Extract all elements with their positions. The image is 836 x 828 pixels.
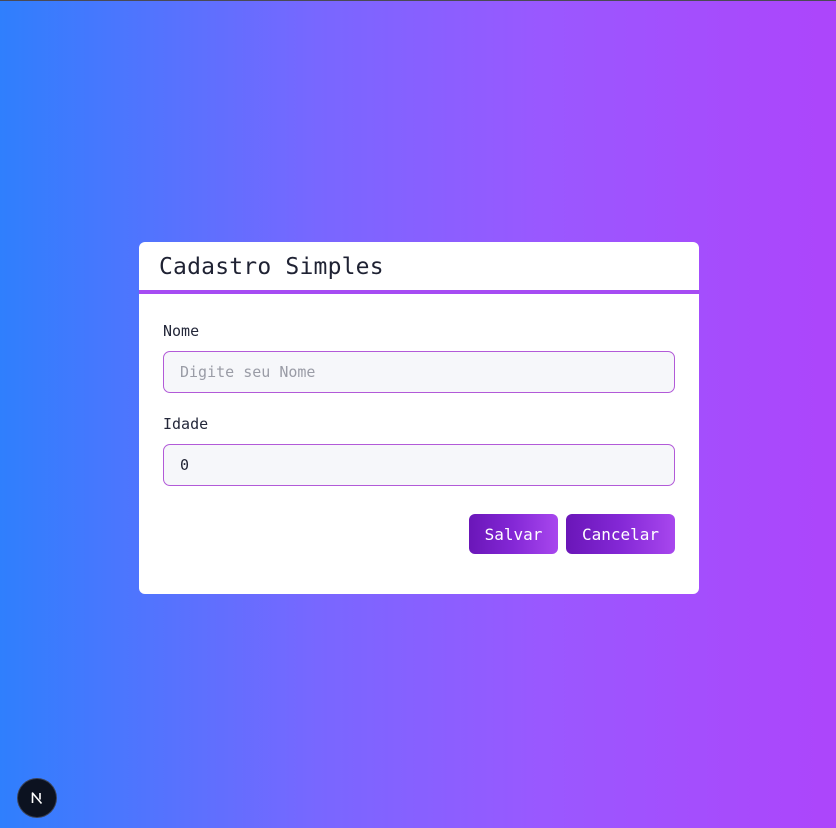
- card-header: Cadastro Simples: [139, 242, 699, 294]
- name-input[interactable]: [163, 351, 675, 393]
- age-label: Idade: [163, 415, 209, 433]
- registration-card: Cadastro Simples Nome Idade Salvar Cance…: [139, 242, 699, 594]
- page-title: Cadastro Simples: [159, 253, 384, 280]
- form-actions: Salvar Cancelar: [163, 514, 675, 554]
- nextjs-dev-badge[interactable]: [18, 779, 56, 817]
- age-input[interactable]: [163, 444, 675, 486]
- form-body: Nome Idade Salvar Cancelar: [139, 294, 699, 554]
- nextjs-logo-icon: [31, 792, 43, 805]
- save-button[interactable]: Salvar: [469, 514, 558, 554]
- name-label: Nome: [163, 322, 200, 340]
- cancel-button[interactable]: Cancelar: [566, 514, 675, 554]
